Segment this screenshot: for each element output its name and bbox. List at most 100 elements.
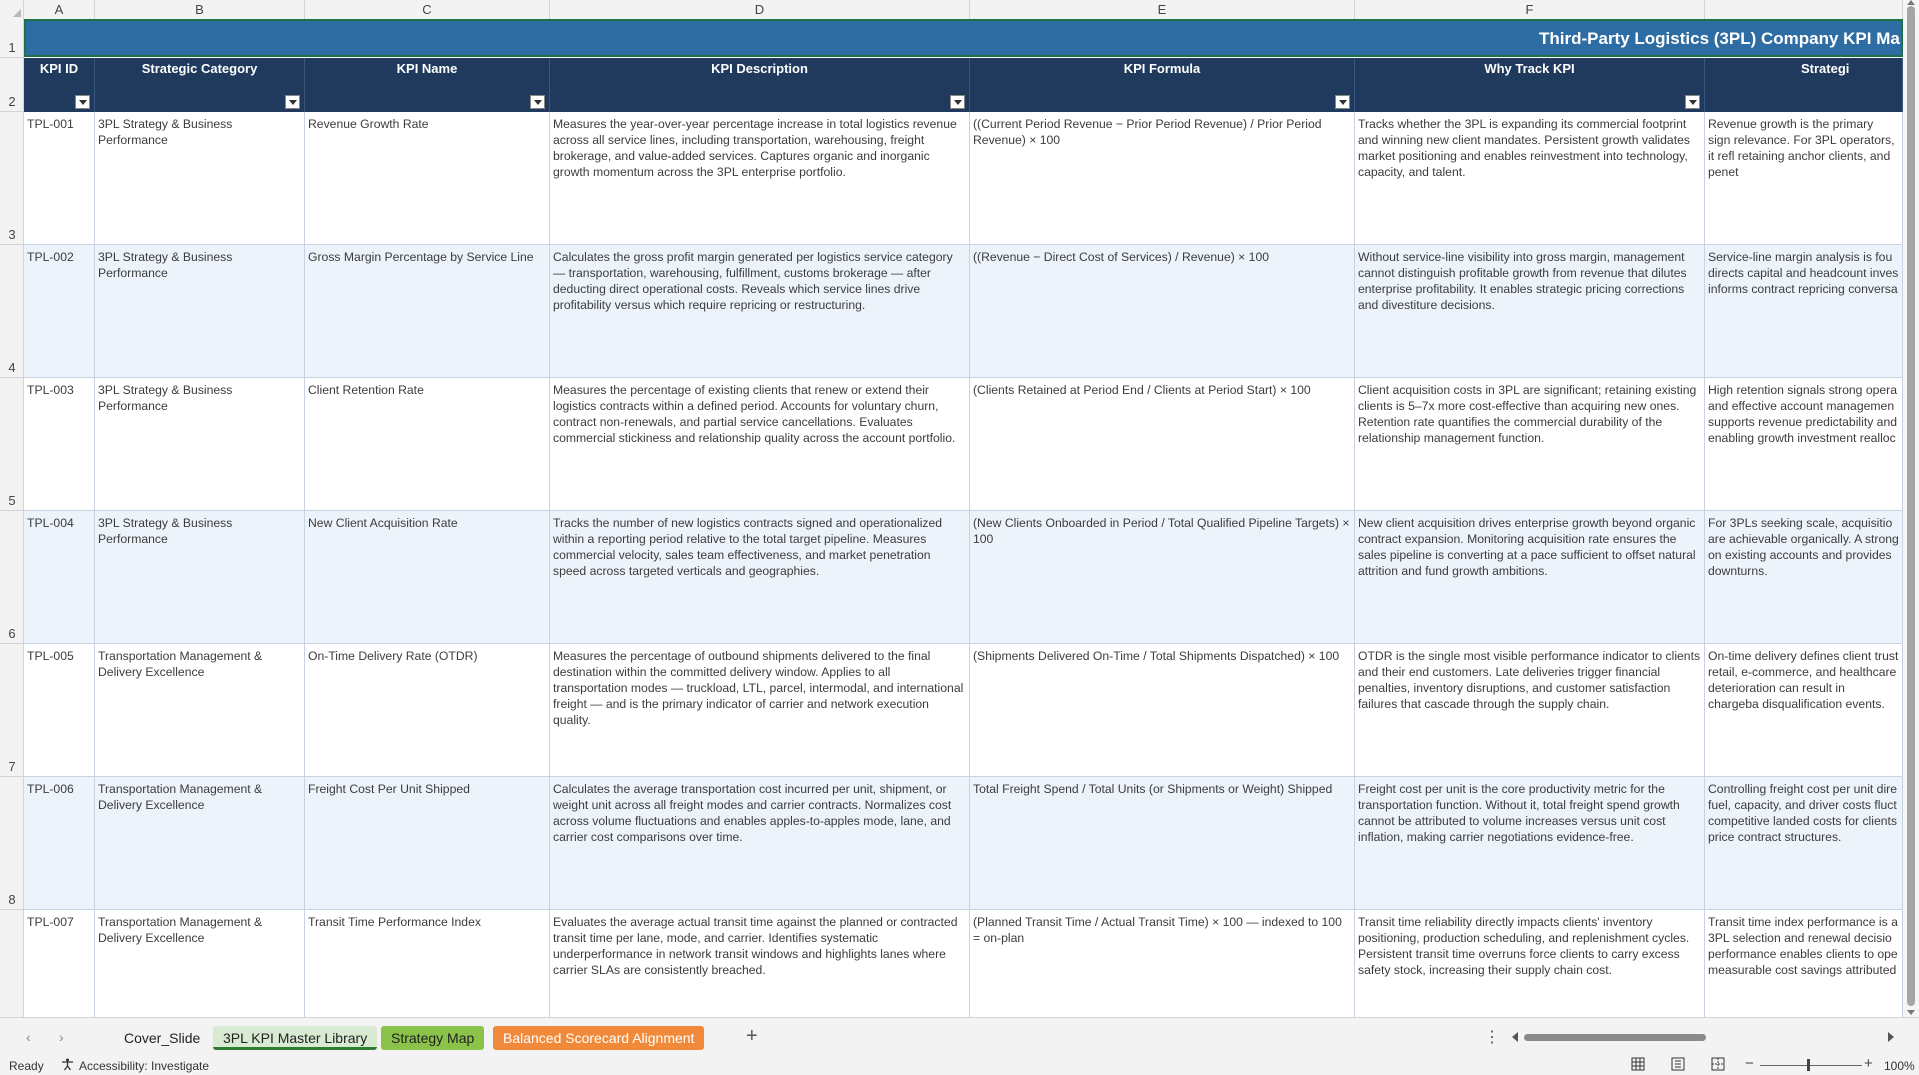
row-header-8[interactable]: 8 [0,777,24,910]
cell-kpi-name[interactable]: Gross Margin Percentage by Service Line [305,245,550,378]
cell-strategic[interactable]: On-time delivery defines client trust re… [1705,644,1903,777]
cell-strategic-category[interactable]: 3PL Strategy & Business Performance [95,245,305,378]
cell-why-track[interactable]: Client acquisition costs in 3PL are sign… [1355,378,1705,511]
filter-dropdown-icon[interactable] [75,95,90,109]
spreadsheet-grid[interactable]: A B C D E F 1 2 3 4 5 6 7 8 Third-Party … [0,0,1919,1017]
filter-dropdown-icon[interactable] [1685,95,1700,109]
cell-kpi-description[interactable]: Calculates the average transportation co… [550,777,970,910]
column-header-g[interactable] [1705,0,1903,19]
vertical-scrollbar[interactable] [1903,0,1919,1017]
row-header-1[interactable]: 1 [0,19,24,58]
row-header-4[interactable]: 4 [0,245,24,378]
column-header-f[interactable]: F [1355,0,1705,19]
header-kpi-id[interactable]: KPI ID [24,58,95,112]
cell-kpi-formula[interactable]: ((Revenue − Direct Cost of Services) / R… [970,245,1355,378]
scroll-left-icon[interactable] [1512,1032,1518,1042]
cell-kpi-formula[interactable]: (Shipments Delivered On-Time / Total Shi… [970,644,1355,777]
zoom-slider-knob[interactable] [1807,1059,1810,1071]
tab-kpi-master-library[interactable]: 3PL KPI Master Library [213,1026,378,1050]
header-kpi-description[interactable]: KPI Description [550,58,970,112]
cell-strategic-category[interactable]: 3PL Strategy & Business Performance [95,112,305,245]
tab-balanced-scorecard[interactable]: Balanced Scorecard Alignment [493,1026,705,1050]
prev-sheet-icon[interactable]: ‹ [26,1029,31,1045]
header-kpi-name[interactable]: KPI Name [305,58,550,112]
cell-kpi-name[interactable]: On-Time Delivery Rate (OTDR) [305,644,550,777]
header-why-track[interactable]: Why Track KPI [1355,58,1705,112]
filter-dropdown-icon[interactable] [530,95,545,109]
zoom-slider[interactable] [1760,1065,1862,1066]
cell-kpi-name[interactable]: New Client Acquisition Rate [305,511,550,644]
select-all-corner[interactable] [0,0,24,19]
cell-kpi-formula[interactable]: Total Freight Spend / Total Units (or Sh… [970,777,1355,910]
next-sheet-icon[interactable]: › [59,1029,64,1045]
row-header-3[interactable]: 3 [0,112,24,245]
column-header-c[interactable]: C [305,0,550,19]
row-header-9[interactable] [0,910,24,1017]
zoom-out-icon[interactable]: − [1745,1055,1754,1072]
scroll-up-icon[interactable] [1907,0,1915,5]
cell-kpi-formula[interactable]: (Planned Transit Time / Actual Transit T… [970,910,1355,1017]
cell-why-track[interactable]: Freight cost per unit is the core produc… [1355,777,1705,910]
accessibility-status[interactable]: Accessibility: Investigate [79,1059,209,1073]
cell-strategic-category[interactable]: Transportation Management & Delivery Exc… [95,644,305,777]
row-header-2[interactable]: 2 [0,58,24,112]
cell-kpi-description[interactable]: Measures the percentage of existing clie… [550,378,970,511]
column-header-b[interactable]: B [95,0,305,19]
accessibility-icon[interactable] [61,1058,74,1071]
horizontal-scroll-thumb[interactable] [1524,1034,1706,1041]
add-sheet-button[interactable]: + [746,1025,758,1048]
cell-kpi-name[interactable]: Freight Cost Per Unit Shipped [305,777,550,910]
cell-kpi-name[interactable]: Revenue Growth Rate [305,112,550,245]
cell-strategic[interactable]: Service-line margin analysis is fou dire… [1705,245,1903,378]
scroll-right-icon[interactable] [1888,1032,1894,1042]
vertical-scroll-thumb[interactable] [1907,6,1915,1006]
cell-kpi-id[interactable]: TPL-002 [24,245,95,378]
cell-why-track[interactable]: Without service-line visibility into gro… [1355,245,1705,378]
cell-why-track[interactable]: OTDR is the single most visible performa… [1355,644,1705,777]
filter-dropdown-icon[interactable] [285,95,300,109]
cell-strategic[interactable]: For 3PLs seeking scale, acquisitio are a… [1705,511,1903,644]
cell-kpi-description[interactable]: Tracks the number of new logistics contr… [550,511,970,644]
cell-strategic-category[interactable]: 3PL Strategy & Business Performance [95,378,305,511]
cell-kpi-description[interactable]: Measures the year-over-year percentage i… [550,112,970,245]
cell-kpi-id[interactable]: TPL-001 [24,112,95,245]
cell-kpi-formula[interactable]: ((Current Period Revenue − Prior Period … [970,112,1355,245]
cell-kpi-name[interactable]: Transit Time Performance Index [305,910,550,1017]
row-header-7[interactable]: 7 [0,644,24,777]
cell-kpi-formula[interactable]: (New Clients Onboarded in Period / Total… [970,511,1355,644]
normal-view-icon[interactable] [1631,1057,1645,1071]
cell-strategic-category[interactable]: Transportation Management & Delivery Exc… [95,910,305,1017]
cell-why-track[interactable]: Transit time reliability directly impact… [1355,910,1705,1017]
cell-strategic[interactable]: Controlling freight cost per unit dire f… [1705,777,1903,910]
cell-strategic-category[interactable]: Transportation Management & Delivery Exc… [95,777,305,910]
cell-why-track[interactable]: Tracks whether the 3PL is expanding its … [1355,112,1705,245]
cell-kpi-id[interactable]: TPL-007 [24,910,95,1017]
cell-strategic[interactable]: Transit time index performance is a 3PL … [1705,910,1903,1017]
scroll-down-icon[interactable] [1907,1010,1915,1015]
page-layout-view-icon[interactable] [1671,1057,1685,1071]
column-header-e[interactable]: E [970,0,1355,19]
cell-kpi-id[interactable]: TPL-005 [24,644,95,777]
header-kpi-formula[interactable]: KPI Formula [970,58,1355,112]
header-strategic[interactable]: Strategi [1705,58,1903,112]
filter-dropdown-icon[interactable] [950,95,965,109]
cell-why-track[interactable]: New client acquisition drives enterprise… [1355,511,1705,644]
tab-cover-slide[interactable]: Cover_Slide [114,1026,210,1050]
tab-strategy-map[interactable]: Strategy Map [381,1026,485,1050]
more-options-icon[interactable]: ⋮ [1484,1027,1500,1047]
row-header-6[interactable]: 6 [0,511,24,644]
cell-kpi-formula[interactable]: (Clients Retained at Period End / Client… [970,378,1355,511]
zoom-level[interactable]: 100% [1884,1059,1915,1073]
cell-kpi-id[interactable]: TPL-006 [24,777,95,910]
cell-strategic[interactable]: High retention signals strong opera and … [1705,378,1903,511]
column-header-a[interactable]: A [24,0,95,19]
cell-kpi-description[interactable]: Measures the percentage of outbound ship… [550,644,970,777]
header-strategic-category[interactable]: Strategic Category [95,58,305,112]
cell-kpi-id[interactable]: TPL-004 [24,511,95,644]
filter-dropdown-icon[interactable] [1335,95,1350,109]
column-header-d[interactable]: D [550,0,970,19]
cell-strategic[interactable]: Revenue growth is the primary sign relev… [1705,112,1903,245]
horizontal-scrollbar[interactable] [1510,1032,1896,1042]
title-banner-cell[interactable]: Third-Party Logistics (3PL) Company KPI … [24,19,1903,57]
cell-strategic-category[interactable]: 3PL Strategy & Business Performance [95,511,305,644]
